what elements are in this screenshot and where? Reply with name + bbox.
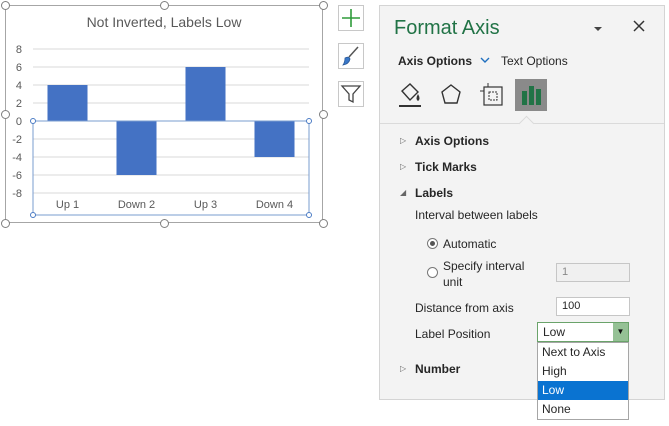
axis-selection-handle (30, 118, 36, 124)
option-high[interactable]: High (538, 362, 628, 381)
dropdown-arrow-icon[interactable]: ▼ (613, 323, 628, 341)
radio-automatic-label[interactable]: Automatic (443, 237, 496, 251)
axis-selection-handle (306, 212, 312, 218)
axis-selection-handle (30, 212, 36, 218)
resize-handle-bottom[interactable] (160, 219, 169, 228)
tab-axis-options[interactable]: Axis Options (398, 54, 491, 68)
interval-unit-input[interactable]: 1 (556, 263, 630, 282)
resize-handle-top-left[interactable] (1, 1, 10, 10)
chart-plot[interactable]: 8 6 4 2 0 -2 -4 -6 -8 Up 1 Down 2 Up 3 Down 4 (0, 0, 340, 230)
bar (254, 121, 295, 157)
tab-axis-options-label: Axis Options (398, 54, 473, 68)
y-tick-label: 0 (16, 116, 22, 128)
interval-heading: Interval between labels (415, 208, 538, 222)
y-tick-label: -8 (12, 188, 22, 200)
x-tick-label: Down 4 (256, 199, 293, 211)
section-tick-marks[interactable]: Tick Marks (415, 160, 477, 174)
resize-handle-bottom-right[interactable] (319, 219, 328, 228)
resize-handle-bottom-left[interactable] (1, 219, 10, 228)
chevron-down-icon[interactable] (592, 22, 604, 37)
x-tick-label: Up 3 (194, 199, 217, 211)
chart-filters-button[interactable] (338, 81, 364, 107)
label-position-options: Next to Axis High Low None (537, 342, 629, 420)
size-properties-icon (480, 83, 503, 106)
resize-handle-right[interactable] (319, 110, 328, 119)
radio-specify-label-1[interactable]: Specify interval (443, 259, 524, 273)
close-icon[interactable] (632, 19, 646, 36)
effects-icon (441, 84, 461, 104)
bar (47, 85, 88, 121)
effects-category-button[interactable] (435, 79, 467, 111)
fill-line-icon (399, 83, 421, 107)
plus-icon (342, 9, 360, 27)
axis-selection-handle (306, 118, 312, 124)
option-next-to-axis[interactable]: Next to Axis (538, 343, 628, 362)
y-tick-label: 8 (16, 44, 22, 56)
y-tick-label: -6 (12, 170, 22, 182)
option-low[interactable]: Low (538, 381, 628, 400)
tab-text-options[interactable]: Text Options (501, 54, 568, 68)
bar (116, 121, 157, 175)
section-labels[interactable]: Labels (415, 186, 453, 200)
label-position-value: Low (543, 325, 566, 339)
resize-handle-top-right[interactable] (319, 1, 328, 10)
collapsed-triangle-icon: ▷ (400, 136, 407, 145)
section-number[interactable]: Number (415, 362, 460, 376)
chevron-down-icon (480, 57, 490, 63)
radio-specify-interval[interactable] (427, 267, 438, 278)
x-tick-label: Up 1 (56, 199, 79, 211)
axis-options-category-button[interactable] (515, 79, 547, 111)
option-none[interactable]: None (538, 400, 628, 419)
bar (185, 67, 226, 121)
y-tick-label: -2 (12, 134, 22, 146)
collapsed-triangle-icon: ▷ (400, 162, 407, 171)
divider (518, 115, 535, 132)
resize-handle-left[interactable] (1, 110, 10, 119)
filter-icon (340, 85, 362, 104)
label-position-label: Label Position (415, 327, 491, 341)
resize-handle-top[interactable] (160, 1, 169, 10)
distance-label: Distance from axis (415, 301, 514, 315)
brush-icon (342, 46, 359, 66)
axis-options-chart-icon (522, 86, 541, 105)
radio-automatic[interactable] (427, 238, 438, 249)
y-tick-label: 6 (16, 62, 22, 74)
y-tick-label: 4 (16, 80, 22, 92)
fill-line-category-button[interactable] (394, 79, 426, 111)
y-tick-label: -4 (12, 152, 22, 164)
distance-input[interactable]: 100 (556, 297, 630, 316)
chart-styles-button[interactable] (338, 43, 364, 69)
collapsed-triangle-icon: ▷ (400, 364, 407, 373)
y-tick-label: 2 (16, 98, 22, 110)
label-position-select[interactable]: Low ▼ (537, 322, 629, 342)
radio-specify-label-2[interactable]: unit (443, 275, 462, 289)
pane-title: Format Axis (394, 17, 500, 39)
x-tick-label: Down 2 (118, 199, 155, 211)
chart-elements-button[interactable] (338, 5, 364, 31)
section-axis-options[interactable]: Axis Options (415, 134, 489, 148)
expanded-triangle-icon: ◢ (400, 188, 407, 197)
size-properties-category-button[interactable] (476, 79, 508, 111)
